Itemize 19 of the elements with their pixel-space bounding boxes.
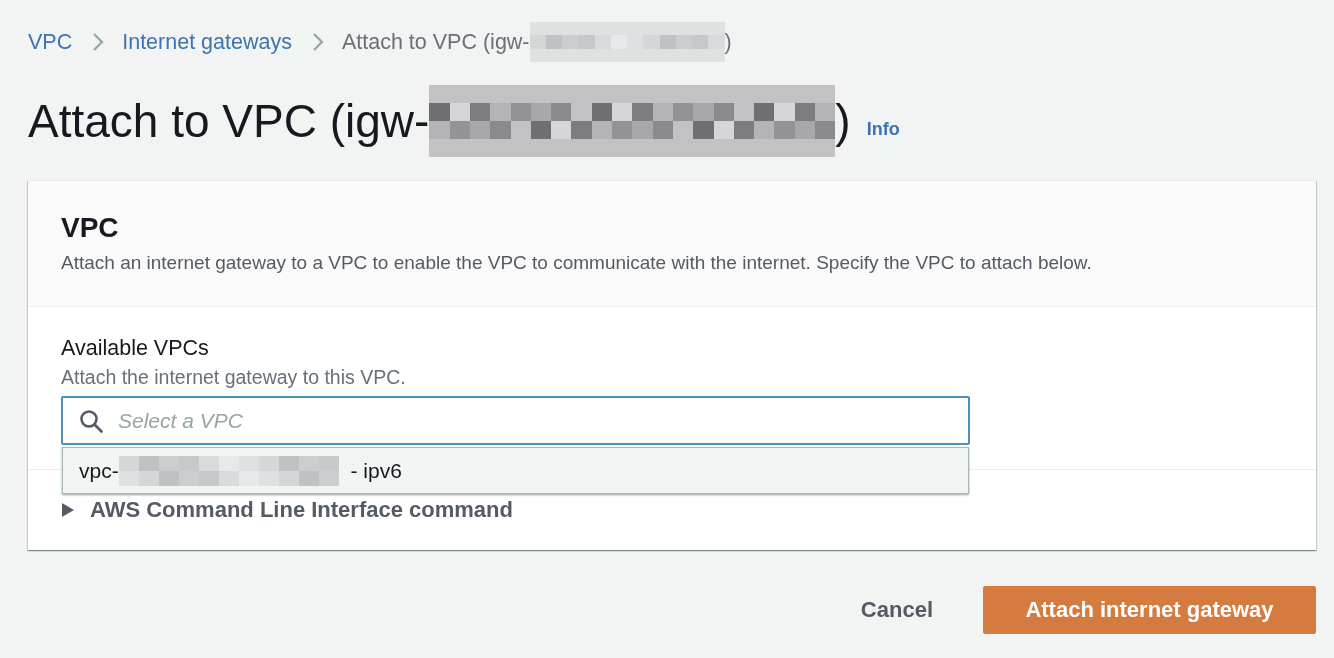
attach-button[interactable]: Attach internet gateway bbox=[983, 585, 1316, 634]
chevron-right-icon bbox=[311, 32, 324, 52]
breadcrumb-link[interactable]: VPC bbox=[28, 29, 73, 55]
cancel-button[interactable]: Cancel bbox=[860, 583, 933, 636]
page-title: Attach to VPC (igw- bbox=[28, 94, 430, 148]
dropdown-option[interactable]: vpc- - ipv6 bbox=[63, 448, 968, 493]
panel-title: VPC bbox=[61, 211, 120, 245]
breadcrumb-link[interactable]: Internet gateways bbox=[122, 29, 292, 55]
expandable-section-toggle[interactable]: AWS Command Line Interface command bbox=[90, 498, 513, 522]
page-title: ) bbox=[835, 94, 851, 148]
info-link[interactable]: Info bbox=[866, 115, 900, 143]
field-hint: Attach the internet gateway to this VPC. bbox=[61, 366, 407, 388]
breadcrumb-current: ) bbox=[724, 29, 732, 55]
breadcrumb-current: Attach to VPC (igw- bbox=[341, 29, 530, 55]
panel-description: Attach an internet gateway to a VPC to enable the VPC to communicate with the internet. Specify the VPC to attach below. bbox=[61, 252, 1093, 274]
field-label: Available VPCs bbox=[61, 336, 210, 360]
chevron-right-icon bbox=[92, 32, 105, 52]
search-icon bbox=[79, 409, 103, 433]
search-field[interactable]: Select a VPC bbox=[61, 396, 970, 445]
